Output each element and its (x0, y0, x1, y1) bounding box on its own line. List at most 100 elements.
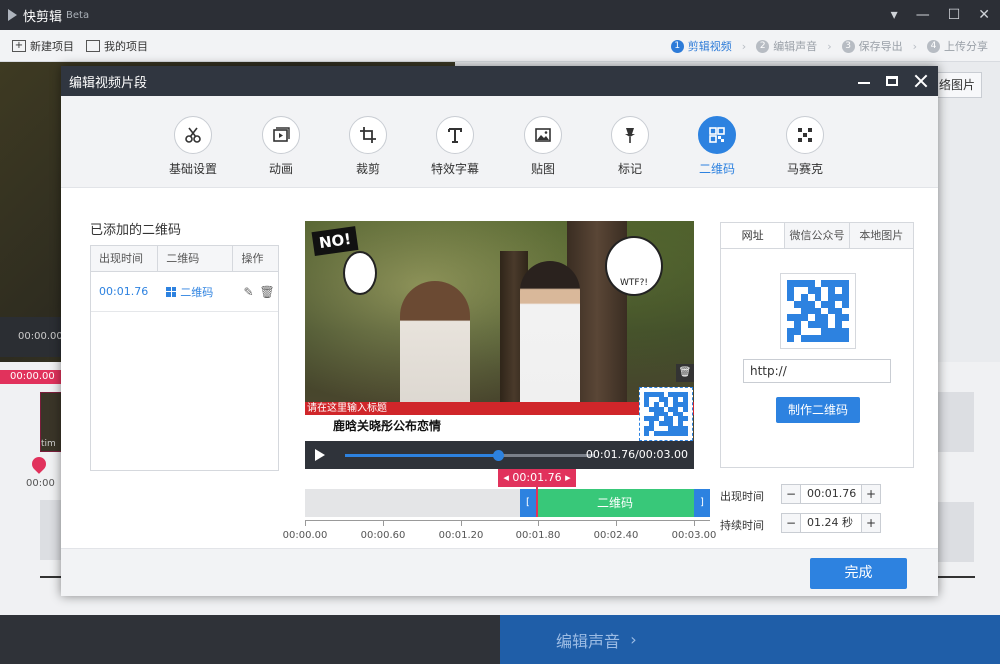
scissors-icon (174, 116, 212, 154)
qr-item: 二维码 (158, 284, 233, 300)
dialog-titlebar: 编辑视频片段 (61, 66, 938, 96)
folder-icon (86, 39, 100, 52)
player-time: 00:01.76/00:03.00 (585, 448, 688, 461)
appear-time-label: 出现时间 (720, 490, 764, 503)
ruler-label: 00:00.00 (282, 530, 328, 541)
app-bottom-bar: 编辑声音 › (0, 615, 1000, 664)
progress-slider[interactable] (345, 450, 595, 461)
sticker-bunny[interactable] (343, 251, 377, 295)
qr-source-panel: 网址 微信公众号 本地图片 制作二维码 (720, 222, 914, 468)
dialog-footer: 完成 (61, 548, 938, 596)
ruler-label: 00:01.80 (515, 530, 561, 541)
progress-fill (345, 454, 498, 457)
image-icon (524, 116, 562, 154)
edit-clip-dialog: 编辑视频片段 基础设置 动画 裁剪 特效字幕 贴图 标记 二维码 马赛克 已添加… (61, 66, 938, 596)
tab-sticker[interactable]: 贴图 (508, 116, 578, 177)
pin-icon (611, 116, 649, 154)
duration-stepper: − 01.24 秒 + (781, 513, 881, 533)
bg-zero-time: 00:00 (26, 478, 55, 489)
next-step-button[interactable]: 编辑声音 › (500, 615, 1000, 664)
bg-playhead-pin[interactable] (29, 454, 49, 474)
minimize-icon[interactable] (858, 82, 870, 84)
done-button[interactable]: 完成 (810, 558, 907, 589)
tab-wechat[interactable]: 微信公众号 (785, 223, 850, 248)
caption-text[interactable]: 鹿晗关晓彤公布恋情 (305, 415, 641, 441)
qr-preview (780, 273, 856, 349)
app-titlebar: 快剪辑 Beta ▾ — ☐ ✕ (0, 0, 1000, 30)
tab-mosaic[interactable]: 马赛克 (770, 116, 840, 177)
app-toolbar: + 新建项目 我的项目 1 剪辑视频 › 2 编辑声音 › 3 保存导出 › 4 上传分… (0, 30, 1000, 62)
qr-overlay[interactable] (639, 387, 693, 441)
chevron-right-icon: › (912, 39, 917, 53)
maximize-icon[interactable]: ☐ (948, 7, 961, 23)
tab-animation[interactable]: 动画 (246, 116, 316, 177)
mosaic-icon (786, 116, 824, 154)
play-icon[interactable] (315, 449, 325, 461)
qrcode-icon (166, 286, 177, 297)
tab-marker[interactable]: 标记 (595, 116, 665, 177)
close-icon[interactable] (914, 74, 928, 88)
new-project-button[interactable]: + 新建项目 (12, 38, 74, 54)
qr-appear-time: 00:01.76 (99, 285, 149, 298)
timeline-cursor[interactable] (536, 485, 538, 517)
make-qr-button[interactable]: 制作二维码 (776, 397, 860, 423)
ruler-label: 00:00.60 (360, 530, 406, 541)
timeline-ruler (305, 520, 710, 521)
dropdown-icon[interactable]: ▾ (891, 7, 898, 23)
crop-icon (349, 116, 387, 154)
my-projects-button[interactable]: 我的项目 (86, 38, 148, 54)
app-logo: 快剪辑 Beta (8, 6, 89, 25)
trash-icon[interactable]: 🗑 (260, 285, 275, 299)
qrcode-icon (698, 116, 736, 154)
logo-icon (8, 9, 17, 21)
app-name: 快剪辑 (23, 9, 63, 25)
minimize-icon[interactable]: — (916, 7, 930, 23)
appear-time-value[interactable]: 00:01.76 (800, 485, 862, 503)
minus-button[interactable]: − (782, 514, 800, 532)
tab-basic-settings[interactable]: 基础设置 (158, 116, 228, 177)
added-qr-title: 已添加的二维码 (90, 223, 182, 238)
tool-tabs: 基础设置 动画 裁剪 特效字幕 贴图 标记 二维码 马赛克 (61, 96, 938, 188)
close-icon[interactable]: ✕ (978, 7, 990, 23)
sticker-wtf[interactable]: WTF?! (605, 236, 663, 296)
step-save-export[interactable]: 3 保存导出 (841, 38, 903, 54)
added-qr-list: 出现时间 二维码 操作 00:01.76 二维码 ✎ 🗑 (90, 245, 279, 471)
dialog-body: 已添加的二维码 出现时间 二维码 操作 00:01.76 二维码 ✎ 🗑 NO!… (61, 188, 938, 548)
video-person (520, 261, 580, 411)
minus-button[interactable]: − (782, 485, 800, 503)
duration-label: 持续时间 (720, 519, 764, 532)
step-edit-video[interactable]: 1 剪辑视频 (670, 38, 732, 54)
step-upload-share[interactable]: 4 上传分享 (927, 38, 988, 54)
tab-local-image[interactable]: 本地图片 (849, 223, 913, 248)
tab-url[interactable]: 网址 (721, 223, 786, 248)
plus-button[interactable]: + (862, 514, 880, 532)
animation-icon (262, 116, 300, 154)
duration-value[interactable]: 01.24 秒 (800, 514, 862, 532)
url-input[interactable] (743, 359, 891, 383)
ruler-label: 00:02.40 (593, 530, 639, 541)
segment-start-handle[interactable]: [ (520, 489, 536, 517)
qrcode-image (644, 392, 688, 436)
caption-title[interactable]: 请在这里输入标题 (305, 402, 694, 415)
edit-icon[interactable]: ✎ (243, 285, 253, 299)
maximize-icon[interactable] (886, 76, 898, 86)
plus-button[interactable]: + (862, 485, 880, 503)
qrcode-image (787, 280, 849, 342)
tab-effect-subtitle[interactable]: 特效字幕 (420, 116, 490, 177)
step-edit-audio[interactable]: 2 编辑声音 (756, 38, 817, 54)
app-beta: Beta (66, 9, 90, 21)
step-nav: 1 剪辑视频 › 2 编辑声音 › 3 保存导出 › 4 上传分享 (670, 30, 988, 62)
tab-qrcode[interactable]: 二维码 (682, 116, 752, 177)
segment-end-handle[interactable]: ] (694, 489, 710, 517)
ruler-label: 00:03.00 (671, 530, 717, 541)
trash-icon[interactable]: 🗑 (676, 364, 694, 382)
video-person (400, 281, 470, 411)
bg-time-pill: 00:00.00 (0, 370, 62, 384)
progress-knob[interactable] (492, 450, 504, 461)
qr-segment[interactable]: 二维码 (536, 489, 694, 517)
tab-crop[interactable]: 裁剪 (333, 116, 403, 177)
chevron-right-icon: › (741, 39, 747, 53)
list-item[interactable]: 00:01.76 二维码 ✎ 🗑 (91, 272, 278, 312)
chevron-right-icon: › (827, 39, 832, 53)
qr-timeline: [ 二维码 ] (305, 485, 710, 517)
